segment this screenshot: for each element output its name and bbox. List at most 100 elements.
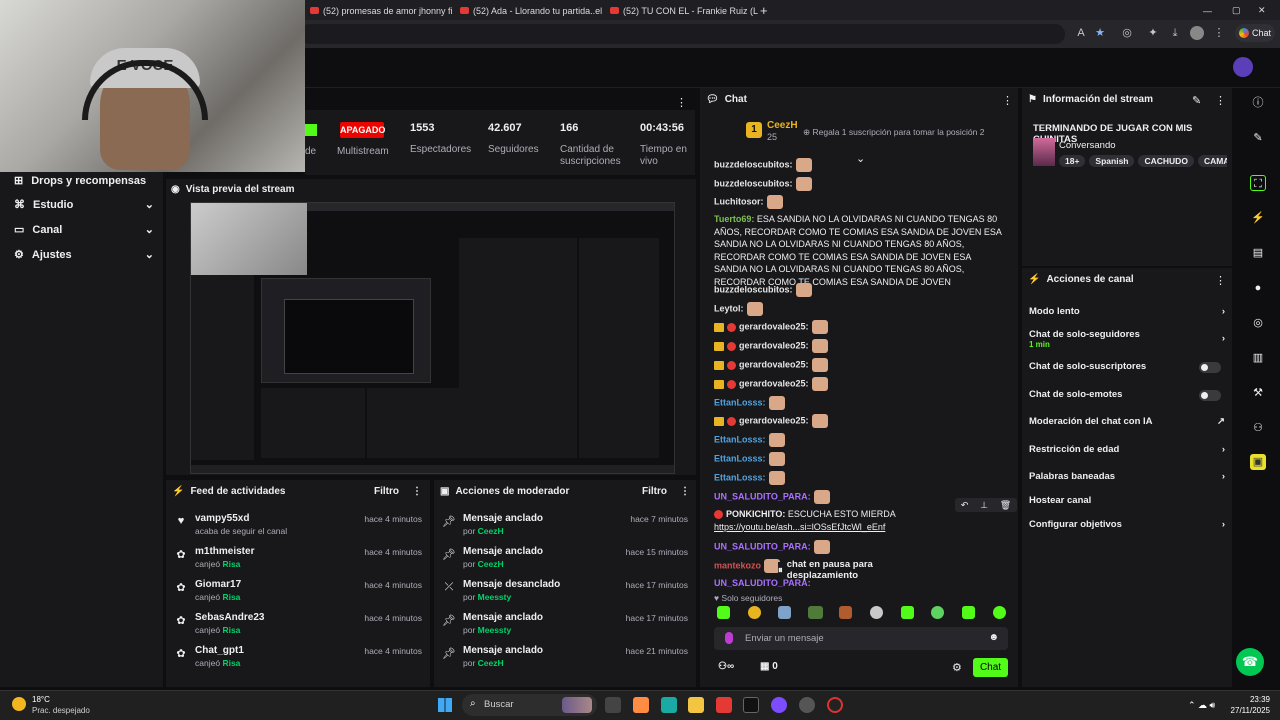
emoji-icon[interactable]: ☻: [988, 632, 999, 643]
chat-input[interactable]: Enviar un mensaje ☻: [714, 627, 1008, 650]
action-modo-lento[interactable]: Modo lento ›: [1029, 306, 1225, 317]
mod-user[interactable]: CeezH: [478, 559, 504, 569]
action-restriccion-edad[interactable]: Restricción de edad ›: [1029, 444, 1225, 455]
chat-username[interactable]: EttanLosss:: [714, 434, 766, 444]
action-solo-emotes[interactable]: Chat de solo-emotes: [1029, 389, 1225, 401]
tag[interactable]: Spanish: [1089, 155, 1135, 167]
toggle-switch[interactable]: [1199, 362, 1221, 373]
sidebar-item-estudio[interactable]: ⌘ Estudio ⌄: [14, 198, 154, 212]
chat-paused-notice[interactable]: ⏸︎ chat en pausa para desplazamiento: [778, 559, 943, 581]
chat-username[interactable]: UN_SALUDITO_PARA:: [714, 491, 811, 501]
gift-prompt[interactable]: ⊕ Regala 1 suscripción para tomar la pos…: [803, 127, 984, 138]
chat-username[interactable]: gerardovaleo25:: [739, 321, 809, 331]
tag[interactable]: 18+: [1059, 155, 1086, 167]
emote-icon[interactable]: [931, 606, 944, 619]
mod-user[interactable]: CeezH: [478, 658, 504, 668]
chat-username[interactable]: gerardovaleo25:: [739, 378, 809, 388]
bolt-icon[interactable]: ⚡: [1250, 210, 1266, 226]
maximize-button[interactable]: ▢: [1232, 2, 1244, 19]
browser-chat-button[interactable]: Chat: [1235, 24, 1275, 42]
weather-desc[interactable]: Prac. despejado: [32, 706, 90, 715]
app-icon[interactable]: [743, 697, 759, 713]
edit-icon[interactable]: ✎: [1192, 94, 1201, 107]
file-explorer-icon[interactable]: [688, 697, 704, 713]
app-icon[interactable]: [799, 697, 815, 713]
extension-icon[interactable]: ◎: [1120, 26, 1134, 40]
feed-user[interactable]: Giomar17: [195, 579, 241, 590]
emote-icon[interactable]: [962, 606, 975, 619]
bookmark-star-icon[interactable]: ★: [1093, 26, 1107, 40]
edge-icon[interactable]: [661, 697, 677, 713]
weather-temp[interactable]: 18°C: [32, 695, 50, 704]
profile-avatar-icon[interactable]: [1190, 26, 1204, 40]
more-menu-icon[interactable]: ⋮: [1212, 26, 1226, 40]
crop-icon[interactable]: ⛶: [1250, 175, 1266, 191]
taskbar-search[interactable]: ⌕ Buscar: [462, 694, 597, 716]
emote-icon[interactable]: [778, 606, 791, 619]
chat-username[interactable]: EttanLosss:: [714, 397, 766, 407]
emote-icon[interactable]: [993, 606, 1006, 619]
chat-link[interactable]: https://youtu.be/ash...si=lOSsEfJtcWl_eE…: [714, 522, 885, 532]
action-solo-seguidores[interactable]: Chat de solo-seguidores 1 min ›: [1029, 329, 1225, 349]
chat-username[interactable]: gerardovaleo25:: [739, 415, 809, 425]
feed-user[interactable]: m1thmeister: [195, 546, 254, 557]
chat-username[interactable]: gerardovaleo25:: [739, 340, 809, 350]
more-icon[interactable]: ⋮: [676, 96, 687, 109]
broadcast-icon[interactable]: ◎: [1250, 315, 1266, 331]
sidebar-item-drops[interactable]: ⊞ Drops y recompensas: [14, 174, 154, 188]
clock-date[interactable]: 27/11/2025: [1222, 706, 1270, 715]
task-view-icon[interactable]: [605, 697, 621, 713]
toggle-switch[interactable]: [1199, 390, 1221, 401]
chat-users-icon[interactable]: ⚇∞: [718, 661, 734, 672]
document-icon[interactable]: ▤: [1250, 245, 1266, 261]
app-icon[interactable]: [633, 697, 649, 713]
info-icon[interactable]: ⓘ: [1250, 95, 1266, 111]
more-icon[interactable]: ⋮: [1002, 94, 1013, 107]
gear-icon[interactable]: ⚙: [952, 661, 962, 674]
download-icon[interactable]: ⤓: [1168, 26, 1182, 40]
tag[interactable]: CACHUDO: [1138, 155, 1194, 167]
browser-tab[interactable]: (52) Ada - Llorando tu partida..el✕: [460, 2, 602, 19]
action-objetivos[interactable]: Configurar objetivos ›: [1029, 519, 1225, 530]
feed-user[interactable]: vampy55xd: [195, 513, 249, 524]
browser-tab[interactable]: (52) promesas de amor jhonny fi✕: [310, 2, 458, 19]
new-tab-button[interactable]: +: [760, 2, 774, 19]
user-avatar[interactable]: [1233, 57, 1253, 77]
more-icon[interactable]: ⋮: [1215, 274, 1226, 287]
chat-username[interactable]: gerardovaleo25:: [739, 359, 809, 369]
chat-username[interactable]: buzzdeloscubitos:: [714, 178, 793, 188]
windows-start-icon[interactable]: [438, 698, 452, 712]
sidebar-item-canal[interactable]: ▭ Canal ⌄: [14, 223, 154, 237]
top-gifter[interactable]: CeezH: [767, 120, 798, 131]
emote-icon[interactable]: [839, 606, 852, 619]
chrome-icon[interactable]: [827, 697, 843, 713]
feed-filter-button[interactable]: Filtro: [374, 486, 399, 497]
mod-user[interactable]: Meessty: [478, 592, 512, 602]
feed-user[interactable]: Chat_gpt1: [195, 645, 244, 656]
stream-preview-video[interactable]: [190, 202, 675, 474]
more-icon[interactable]: ⋮: [680, 486, 690, 497]
pencil-icon[interactable]: ✎: [1250, 130, 1266, 146]
chat-username[interactable]: Leytol:: [714, 303, 744, 313]
tag[interactable]: CAMARON: [1197, 155, 1227, 167]
minimize-button[interactable]: —: [1203, 2, 1215, 19]
mic-icon[interactable]: [725, 632, 733, 644]
action-moderacion-ia[interactable]: Moderación del chat con IA ↗: [1029, 416, 1225, 427]
chat-username[interactable]: buzzdeloscubitos:: [714, 284, 793, 294]
window-close-button[interactable]: ✕: [1258, 2, 1270, 19]
browser-tab[interactable]: (52) TU CON EL - Frankie Ruiz (Le✕: [610, 2, 758, 19]
emote-icon[interactable]: [717, 606, 730, 619]
users-icon[interactable]: ⚇: [1250, 420, 1266, 436]
layout-icon[interactable]: ▥: [1250, 350, 1266, 366]
feed-user[interactable]: SebasAndre23: [195, 612, 264, 623]
gift-box-icon[interactable]: ▣: [1250, 454, 1266, 470]
more-icon[interactable]: ⋮: [412, 486, 422, 497]
emote-icon[interactable]: [748, 606, 761, 619]
system-tray-icons[interactable]: ⌃ ☁ 🔊︎: [1188, 700, 1215, 711]
action-hostear[interactable]: Hostear canal: [1029, 495, 1225, 506]
chat-username[interactable]: buzzdeloscubitos:: [714, 159, 793, 169]
app-icon[interactable]: [716, 697, 732, 713]
chat-icon[interactable]: ●: [1250, 280, 1266, 296]
chat-username[interactable]: Luchitosor:: [714, 196, 764, 206]
action-solo-suscriptores[interactable]: Chat de solo-suscriptores: [1029, 361, 1225, 373]
